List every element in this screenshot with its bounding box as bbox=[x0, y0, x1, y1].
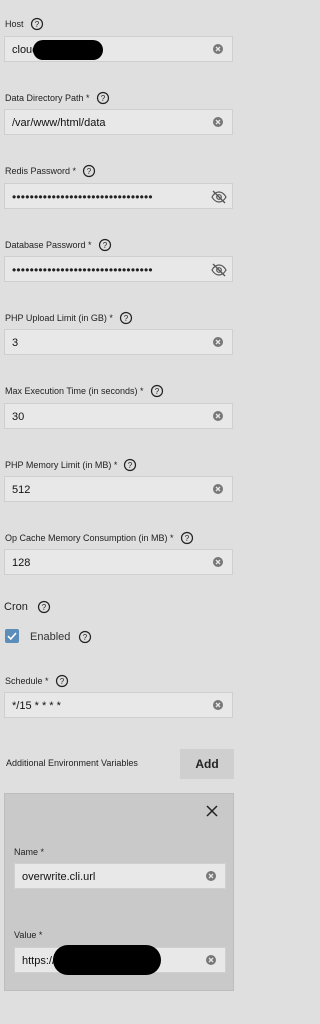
help-icon[interactable]: ? bbox=[98, 238, 112, 252]
max-execution-time-label: Max Execution Time (in seconds) * ? bbox=[5, 384, 164, 398]
clear-icon[interactable] bbox=[212, 699, 224, 711]
help-icon[interactable]: ? bbox=[123, 458, 137, 472]
max-execution-time-value: 30 bbox=[12, 411, 25, 423]
database-password-value: •••••••••••••••••••••••••••••••• bbox=[12, 263, 153, 277]
database-password-label: Database Password * ? bbox=[5, 238, 112, 252]
svg-text:?: ? bbox=[42, 603, 47, 612]
schedule-label: Schedule * ? bbox=[5, 674, 69, 688]
clear-icon[interactable] bbox=[212, 43, 224, 55]
php-upload-limit-value: 3 bbox=[12, 337, 19, 349]
checkmark-icon bbox=[7, 632, 17, 641]
php-upload-limit-label-text: PHP Upload Limit (in GB) * bbox=[5, 313, 113, 323]
clear-icon[interactable] bbox=[212, 116, 224, 128]
redis-password-label-text: Redis Password * bbox=[5, 166, 77, 176]
redis-password-label: Redis Password * ? bbox=[5, 164, 96, 178]
redis-password-value: •••••••••••••••••••••••••••••••• bbox=[12, 190, 153, 204]
cron-enabled-text: Enabled bbox=[30, 631, 71, 643]
env-var-value-input[interactable]: https:// bbox=[14, 945, 226, 975]
svg-text:?: ? bbox=[154, 387, 159, 396]
help-icon[interactable]: ? bbox=[37, 600, 51, 614]
svg-text:?: ? bbox=[87, 167, 92, 176]
max-execution-time-input[interactable]: 30 bbox=[4, 403, 233, 429]
clear-icon[interactable] bbox=[212, 483, 224, 495]
env-var-name-value: overwrite.cli.url bbox=[22, 871, 96, 883]
svg-text:?: ? bbox=[184, 534, 189, 543]
svg-text:?: ? bbox=[128, 461, 133, 470]
op-cache-label: Op Cache Memory Consumption (in MB) * ? bbox=[5, 531, 194, 545]
php-memory-limit-label-text: PHP Memory Limit (in MB) * bbox=[5, 460, 118, 470]
max-execution-time-label-text: Max Execution Time (in seconds) * bbox=[5, 386, 144, 396]
cron-label-text: Cron bbox=[4, 601, 28, 613]
schedule-label-text: Schedule * bbox=[5, 676, 49, 686]
host-label: Host ? bbox=[5, 17, 44, 31]
cron-enabled-label: Enabled ? bbox=[30, 630, 92, 644]
data-directory-input[interactable]: /var/www/html/data bbox=[4, 109, 233, 135]
eye-off-icon[interactable] bbox=[211, 190, 227, 204]
host-label-text: Host bbox=[5, 19, 24, 29]
data-directory-label-text: Data Directory Path * bbox=[5, 93, 90, 103]
data-directory-label: Data Directory Path * ? bbox=[5, 91, 110, 105]
help-icon[interactable]: ? bbox=[55, 674, 69, 688]
env-vars-label: Additional Environment Variables bbox=[6, 758, 138, 768]
php-upload-limit-label: PHP Upload Limit (in GB) * ? bbox=[5, 311, 133, 325]
add-env-var-button[interactable]: Add bbox=[180, 749, 234, 779]
database-password-input[interactable]: •••••••••••••••••••••••••••••••• bbox=[4, 256, 233, 282]
clear-icon[interactable] bbox=[212, 556, 224, 568]
svg-text:?: ? bbox=[34, 20, 39, 29]
env-var-name-input[interactable]: overwrite.cli.url bbox=[14, 863, 226, 889]
clear-icon[interactable] bbox=[212, 410, 224, 422]
clear-icon[interactable] bbox=[205, 870, 217, 882]
schedule-input[interactable]: */15 * * * * bbox=[4, 692, 233, 718]
redaction-mark bbox=[33, 40, 103, 60]
svg-text:?: ? bbox=[100, 94, 105, 103]
database-password-label-text: Database Password * bbox=[5, 240, 92, 250]
redis-password-input[interactable]: •••••••••••••••••••••••••••••••• bbox=[4, 183, 233, 209]
close-icon[interactable] bbox=[205, 804, 219, 818]
op-cache-label-text: Op Cache Memory Consumption (in MB) * bbox=[5, 533, 174, 543]
php-upload-limit-input[interactable]: 3 bbox=[4, 329, 233, 355]
eye-off-icon[interactable] bbox=[211, 263, 227, 277]
svg-text:?: ? bbox=[83, 633, 88, 642]
php-memory-limit-value: 512 bbox=[12, 484, 31, 496]
help-icon[interactable]: ? bbox=[82, 164, 96, 178]
svg-text:?: ? bbox=[102, 241, 107, 250]
env-var-name-label: Name * bbox=[14, 847, 45, 857]
clear-icon[interactable] bbox=[212, 336, 224, 348]
help-icon[interactable]: ? bbox=[180, 531, 194, 545]
env-var-value-value: https:// bbox=[22, 955, 56, 967]
redaction-mark bbox=[53, 945, 161, 975]
cron-label: Cron ? bbox=[4, 600, 51, 614]
help-icon[interactable]: ? bbox=[119, 311, 133, 325]
help-icon[interactable]: ? bbox=[78, 630, 92, 644]
data-directory-value: /var/www/html/data bbox=[12, 117, 106, 129]
svg-text:?: ? bbox=[59, 677, 64, 686]
op-cache-input[interactable]: 128 bbox=[4, 549, 233, 575]
schedule-value: */15 * * * * bbox=[12, 700, 61, 712]
op-cache-value: 128 bbox=[12, 557, 31, 569]
cron-enabled-checkbox[interactable] bbox=[5, 629, 19, 643]
env-var-item: Name * overwrite.cli.url Value * https:/… bbox=[4, 793, 234, 991]
help-icon[interactable]: ? bbox=[96, 91, 110, 105]
svg-text:?: ? bbox=[124, 314, 129, 323]
php-memory-limit-label: PHP Memory Limit (in MB) * ? bbox=[5, 458, 137, 472]
clear-icon[interactable] bbox=[205, 954, 217, 966]
env-var-value-label: Value * bbox=[14, 930, 43, 940]
host-input[interactable]: cloud bbox=[4, 36, 233, 62]
help-icon[interactable]: ? bbox=[150, 384, 164, 398]
php-memory-limit-input[interactable]: 512 bbox=[4, 476, 233, 502]
help-icon[interactable]: ? bbox=[30, 17, 44, 31]
